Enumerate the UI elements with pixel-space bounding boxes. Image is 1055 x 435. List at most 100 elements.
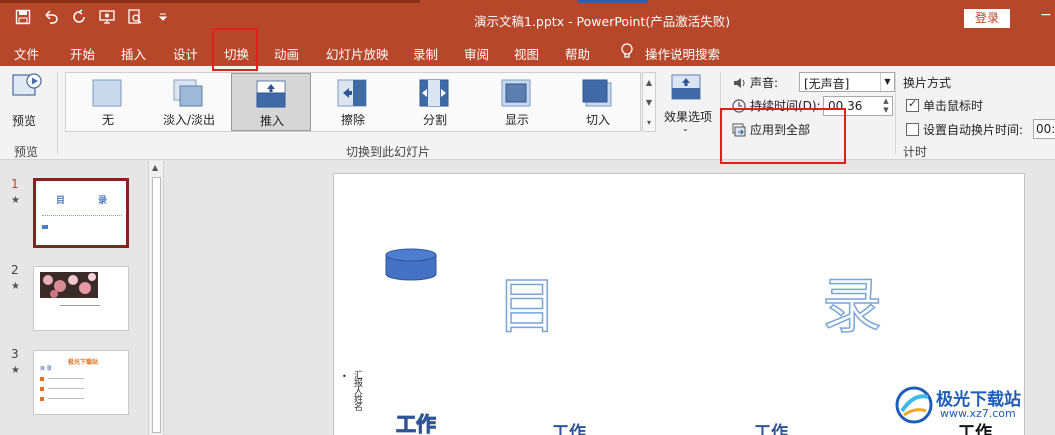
transition-none-label: 无 xyxy=(101,113,114,127)
login-button[interactable]: 登录 xyxy=(964,9,1010,28)
watermark-logo xyxy=(895,386,933,424)
transition-split[interactable]: 分割 xyxy=(395,73,475,131)
chevron-down-icon: ⌄ xyxy=(682,124,689,133)
transition-fade[interactable]: 淡入/淡出 xyxy=(149,73,229,131)
gallery-more-icon[interactable]: ▾ xyxy=(643,113,655,133)
transition-cut[interactable]: 切入 xyxy=(558,73,638,131)
transition-fade-label: 淡入/淡出 xyxy=(162,113,216,127)
customize-icon[interactable] xyxy=(154,8,172,26)
sound-select[interactable]: [无声音] ▼ xyxy=(799,72,895,92)
transition-push-icon xyxy=(256,80,286,108)
transition-push-label: 推入 xyxy=(259,114,284,128)
print-preview-icon[interactable] xyxy=(126,8,144,26)
redo-icon[interactable] xyxy=(70,8,88,26)
slide-thumbnail-3[interactable]: 极光下载站 目 录 xyxy=(33,350,129,415)
gallery-down-icon[interactable]: ▼ xyxy=(643,93,655,113)
transition-split-label: 分割 xyxy=(422,113,447,127)
thumb-line xyxy=(42,215,122,218)
undo-icon[interactable] xyxy=(42,8,60,26)
tab-view[interactable]: 视图 xyxy=(514,44,539,63)
transition-split-icon xyxy=(419,79,449,107)
transition-cut-label: 切入 xyxy=(585,113,610,127)
auto-advance-time-input[interactable]: 00:0 xyxy=(1033,119,1055,139)
thumb-line xyxy=(48,398,84,399)
thumb-line xyxy=(48,378,84,379)
tell-me-search[interactable]: 操作说明搜索 xyxy=(645,44,720,63)
transition-wipe-icon xyxy=(337,79,367,107)
transition-wipe[interactable]: 擦除 xyxy=(313,73,393,131)
present-icon[interactable] xyxy=(98,8,116,26)
work-label-outline[interactable]: 工作 xyxy=(396,408,437,435)
duration-spinner[interactable]: ▲ ▼ xyxy=(880,97,892,115)
tab-animations[interactable]: 动画 xyxy=(274,44,299,63)
transition-star-icon: ★ xyxy=(11,281,20,292)
tab-file[interactable]: 文件 xyxy=(14,44,39,63)
effect-options-icon xyxy=(671,74,701,100)
tab-help[interactable]: 帮助 xyxy=(565,44,590,63)
work-label[interactable]: 工作 xyxy=(754,418,788,435)
chevron-down-icon[interactable]: ▼ xyxy=(880,73,894,91)
auto-advance-checkbox[interactable] xyxy=(906,123,919,136)
effect-options-button[interactable]: 效果选项 ⌄ xyxy=(662,72,714,136)
effect-options-label: 效果选项 xyxy=(663,110,712,124)
preview-label: 预览 xyxy=(12,114,37,128)
transition-push[interactable]: 推入 xyxy=(231,73,311,131)
scroll-up-icon[interactable]: ▲ xyxy=(152,163,158,172)
highlight-box-transitions-tab xyxy=(212,28,258,71)
thumb-shape xyxy=(42,225,48,229)
slide-title-left[interactable]: 目 xyxy=(496,258,558,345)
sound-label-row: 声音: xyxy=(732,74,778,91)
sound-label: 声音: xyxy=(750,76,779,90)
slide-thumbnail-1[interactable]: 目 录 xyxy=(33,178,129,248)
thumb-text: 录 xyxy=(98,196,108,206)
tab-home[interactable]: 开始 xyxy=(70,44,95,63)
preview-group-label: 预览 xyxy=(14,145,39,159)
preview-icon xyxy=(12,73,42,96)
work-label[interactable]: 工作 xyxy=(552,418,586,435)
slide-title-right[interactable]: 录 xyxy=(821,258,883,345)
timing-group-label: 计时 xyxy=(903,145,928,159)
transition-none-icon xyxy=(92,79,122,107)
tab-record[interactable]: 录制 xyxy=(413,44,438,63)
transition-none[interactable]: 无 xyxy=(68,73,148,131)
on-click-checkbox[interactable] xyxy=(906,97,919,112)
transition-reveal-label: 显示 xyxy=(504,113,529,127)
thumb-text: 极光下载站 xyxy=(68,359,99,366)
thumbnails-scrollbar[interactable]: ▲ xyxy=(148,161,164,435)
auto-advance-option[interactable]: 设置自动换片时间: xyxy=(906,121,1023,138)
quick-access-toolbar xyxy=(14,8,172,26)
preview-button[interactable]: 预览 xyxy=(8,72,48,128)
cylinder-shape[interactable] xyxy=(385,248,437,282)
presenter-name-text[interactable]: 汇报人姓名 xyxy=(354,372,366,413)
tab-slideshow[interactable]: 幻灯片放映 xyxy=(326,44,389,63)
auto-advance-time-value: 00:0 xyxy=(1036,122,1055,136)
lightbulb-icon xyxy=(621,43,633,58)
gallery-scroll[interactable]: ▲ ▼ ▾ xyxy=(642,72,656,132)
window-title: 演示文稿1.pptx - PowerPoint(产品激活失败) xyxy=(474,14,731,29)
highlight-box-apply-all xyxy=(720,108,846,164)
save-icon[interactable] xyxy=(14,8,32,26)
tab-review[interactable]: 审阅 xyxy=(464,44,489,63)
scrollbar-thumb[interactable] xyxy=(152,177,161,433)
watermark: 极光下载站 www.xz7.com xyxy=(894,383,1054,427)
group-separator xyxy=(57,72,58,154)
transition-reveal-icon xyxy=(501,79,531,107)
transition-fade-icon xyxy=(173,79,203,107)
thumb-line xyxy=(60,305,100,306)
slide-thumbnail-2[interactable] xyxy=(33,266,129,331)
on-click-option[interactable]: 单击鼠标时 xyxy=(906,97,983,114)
auto-advance-label: 设置自动换片时间: xyxy=(923,123,1024,137)
thumb-shape xyxy=(40,377,44,381)
tab-insert[interactable]: 插入 xyxy=(121,44,146,63)
on-click-label: 单击鼠标时 xyxy=(923,99,984,113)
sound-value: [无声音] xyxy=(804,77,850,91)
watermark-url: www.xz7.com xyxy=(940,407,1016,420)
thumb-line xyxy=(48,388,84,389)
transitions-group-label: 切换到此幻灯片 xyxy=(346,145,431,159)
tab-design[interactable]: 设计 xyxy=(173,44,198,63)
transition-reveal[interactable]: 显示 xyxy=(477,73,557,131)
group-separator xyxy=(895,72,896,154)
minimize-button[interactable]: − xyxy=(1040,7,1052,23)
gallery-up-icon[interactable]: ▲ xyxy=(643,73,655,93)
transition-star-icon: ★ xyxy=(11,195,20,206)
